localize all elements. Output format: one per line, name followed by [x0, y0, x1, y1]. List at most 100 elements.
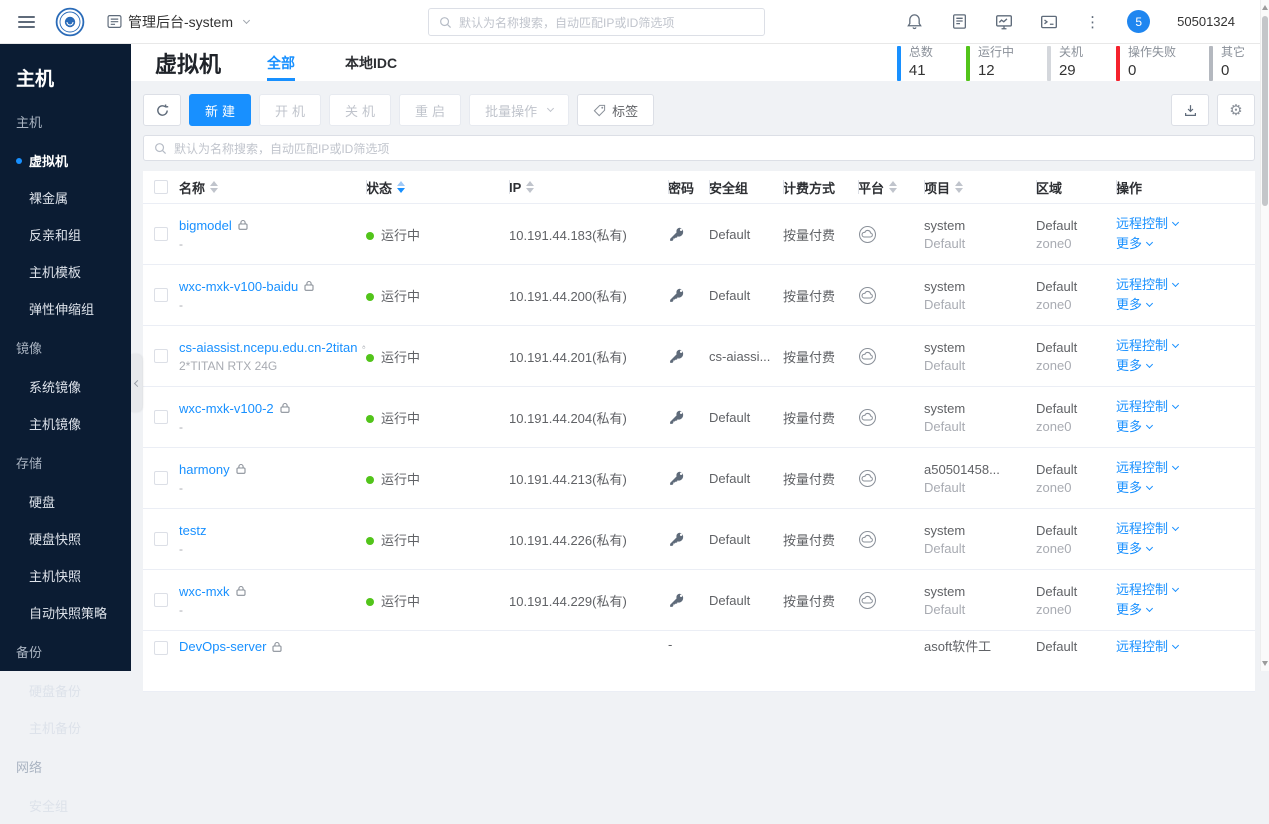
- remote-control-link[interactable]: 远程控制: [1116, 336, 1255, 356]
- sidebar-item[interactable]: 主机模板: [0, 253, 131, 290]
- sidebar-group-label[interactable]: 备份: [0, 631, 131, 672]
- stat-text: 运行中 12: [978, 44, 1014, 81]
- avatar-badge[interactable]: 5: [1127, 10, 1151, 33]
- sidebar-group-label[interactable]: 网络: [0, 746, 131, 787]
- tab-all[interactable]: 全部: [267, 44, 296, 81]
- sidebar-item[interactable]: 硬盘: [0, 483, 131, 520]
- sidebar-item[interactable]: 主机镜像: [0, 405, 131, 442]
- column-header-7[interactable]: 平台: [858, 171, 924, 203]
- password-cell[interactable]: [668, 226, 709, 243]
- vm-name-link[interactable]: DevOps-server: [179, 637, 266, 656]
- more-link[interactable]: 更多: [1116, 417, 1255, 437]
- column-settings-button[interactable]: ⚙: [1217, 94, 1255, 126]
- power-on-button[interactable]: 开机: [259, 94, 322, 126]
- sidebar-item[interactable]: 主机快照: [0, 557, 131, 594]
- password-cell[interactable]: [668, 409, 709, 426]
- column-header-8[interactable]: 项目: [924, 171, 1036, 203]
- power-off-button[interactable]: 关机: [329, 94, 392, 126]
- remote-control-link[interactable]: 远程控制: [1116, 580, 1255, 600]
- restart-button[interactable]: 重启: [399, 94, 462, 126]
- monitor-chart-icon[interactable]: [995, 13, 1013, 31]
- more-link[interactable]: 更多: [1116, 600, 1255, 620]
- more-link[interactable]: 更多: [1116, 234, 1255, 254]
- actions-cell: 远程控制 更多: [1116, 458, 1255, 498]
- sidebar-item[interactable]: 硬盘备份: [0, 672, 131, 709]
- refresh-button[interactable]: [143, 94, 181, 126]
- remote-control-link[interactable]: 远程控制: [1116, 637, 1255, 657]
- sidebar-item[interactable]: 硬盘快照: [0, 520, 131, 557]
- sidebar-item[interactable]: 自动快照策略: [0, 594, 131, 631]
- list-filter-input[interactable]: 默认为名称搜索，自动匹配IP或ID筛选项: [143, 135, 1255, 161]
- remote-control-link[interactable]: 远程控制: [1116, 519, 1255, 539]
- remote-control-link[interactable]: 远程控制: [1116, 214, 1255, 234]
- password-cell[interactable]: [668, 592, 709, 609]
- scrollbar-thumb[interactable]: [1262, 16, 1268, 206]
- row-checkbox[interactable]: [154, 593, 168, 607]
- lock-icon: [272, 641, 282, 652]
- column-header-2[interactable]: 状态: [366, 171, 509, 203]
- workspace-switcher[interactable]: 管理后台-system: [107, 12, 251, 32]
- more-options-icon[interactable]: ⋮: [1085, 13, 1100, 31]
- sort-icon[interactable]: [526, 181, 535, 193]
- sidebar-group-label[interactable]: 主机: [0, 101, 131, 142]
- sidebar-group-label[interactable]: 存储: [0, 442, 131, 483]
- create-button[interactable]: 新建: [189, 94, 252, 126]
- sort-icon[interactable]: [210, 181, 219, 193]
- password-cell[interactable]: [668, 531, 709, 548]
- more-link[interactable]: 更多: [1116, 295, 1255, 315]
- row-checkbox[interactable]: [154, 471, 168, 485]
- sort-icon[interactable]: [955, 181, 964, 193]
- scroll-down-arrow-icon[interactable]: [1262, 661, 1268, 666]
- terminal-icon[interactable]: [1040, 13, 1058, 31]
- row-checkbox[interactable]: [154, 641, 168, 655]
- remote-control-link[interactable]: 远程控制: [1116, 275, 1255, 295]
- more-link[interactable]: 更多: [1116, 539, 1255, 559]
- tab-local-idc[interactable]: 本地IDC: [345, 44, 397, 81]
- vm-name-link[interactable]: harmony: [179, 460, 230, 479]
- row-checkbox[interactable]: [154, 532, 168, 546]
- vm-name-link[interactable]: bigmodel: [179, 216, 232, 235]
- vm-name-link[interactable]: cs-aiassist.ncepu.edu.cn-2titan: [179, 338, 357, 357]
- password-cell[interactable]: [668, 348, 709, 365]
- page-scrollbar[interactable]: [1260, 0, 1269, 671]
- select-all-checkbox[interactable]: [154, 180, 168, 194]
- password-cell[interactable]: [668, 287, 709, 304]
- sidebar-group-label[interactable]: 镜像: [0, 327, 131, 368]
- batch-actions-button[interactable]: 批量操作: [469, 94, 570, 126]
- remote-control-link[interactable]: 远程控制: [1116, 397, 1255, 417]
- row-checkbox[interactable]: [154, 349, 168, 363]
- sidebar-item[interactable]: 安全组: [0, 787, 131, 824]
- tag-button[interactable]: 标签: [577, 94, 655, 126]
- more-link[interactable]: 更多: [1116, 478, 1255, 498]
- sidebar-item[interactable]: 主机备份: [0, 709, 131, 746]
- vm-name-link[interactable]: testz: [179, 521, 206, 540]
- sidebar-collapse-handle[interactable]: [131, 354, 142, 412]
- row-checkbox[interactable]: [154, 410, 168, 424]
- remote-control-link[interactable]: 远程控制: [1116, 458, 1255, 478]
- sidebar-item[interactable]: 裸金属: [0, 179, 131, 216]
- sidebar-item[interactable]: 弹性伸缩组: [0, 290, 131, 327]
- key-icon: [670, 410, 684, 424]
- sort-icon[interactable]: [397, 181, 406, 193]
- column-header-3[interactable]: IP: [509, 171, 668, 203]
- sidebar-item[interactable]: 反亲和组: [0, 216, 131, 253]
- sidebar-item[interactable]: 虚拟机: [0, 142, 131, 179]
- password-cell[interactable]: [668, 470, 709, 487]
- vm-name-link[interactable]: wxc-mxk-v100-baidu: [179, 277, 298, 296]
- vm-name-link[interactable]: wxc-mxk: [179, 582, 230, 601]
- global-search-input[interactable]: 默认为名称搜索，自动匹配IP或ID筛选项: [428, 8, 765, 36]
- sidebar-item[interactable]: 系统镜像: [0, 368, 131, 405]
- vm-name-link[interactable]: wxc-mxk-v100-2: [179, 399, 274, 418]
- scroll-up-arrow-icon[interactable]: [1262, 5, 1268, 10]
- key-icon: [670, 288, 684, 302]
- export-download-button[interactable]: [1171, 94, 1209, 126]
- more-link[interactable]: 更多: [1116, 356, 1255, 376]
- document-icon[interactable]: [950, 13, 968, 31]
- sort-icon[interactable]: [889, 181, 898, 193]
- column-header-1[interactable]: 名称: [179, 171, 366, 203]
- sort-down-caret: [397, 188, 406, 193]
- notification-bell-icon[interactable]: [905, 13, 923, 31]
- hamburger-menu-icon[interactable]: [18, 15, 35, 28]
- row-checkbox[interactable]: [154, 288, 168, 302]
- row-checkbox[interactable]: [154, 227, 168, 241]
